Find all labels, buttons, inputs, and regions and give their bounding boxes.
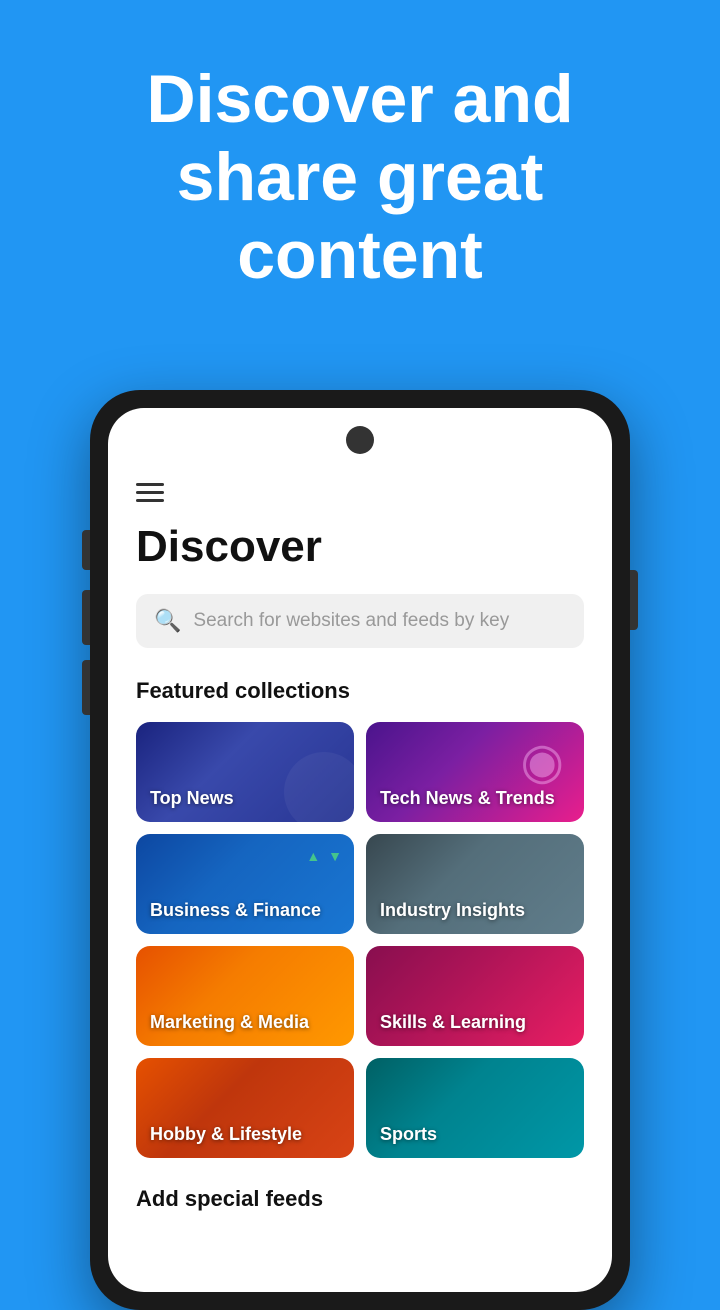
volume-down-button — [82, 660, 90, 715]
hamburger-menu[interactable] — [136, 483, 584, 502]
collection-card-sports[interactable]: Sports — [366, 1058, 584, 1158]
hamburger-line-2 — [136, 491, 164, 494]
hamburger-line-1 — [136, 483, 164, 486]
card-label-sports: Sports — [380, 1124, 437, 1146]
screen-content: Discover 🔍 Search for websites and feeds… — [108, 408, 612, 1292]
search-placeholder-text: Search for websites and feeds by key — [193, 610, 509, 632]
collection-card-top-news[interactable]: Top News — [136, 722, 354, 822]
hero-text: Discover and share great content — [0, 60, 720, 295]
search-icon: 🔍 — [154, 608, 181, 634]
card-label-tech-news: Tech News & Trends — [380, 788, 555, 810]
featured-collections-heading: Featured collections — [136, 678, 584, 704]
collection-card-business[interactable]: Business & Finance — [136, 834, 354, 934]
volume-up-button — [82, 590, 90, 645]
card-label-marketing: Marketing & Media — [150, 1012, 309, 1034]
card-label-hobby: Hobby & Lifestyle — [150, 1124, 302, 1146]
page-title: Discover — [136, 522, 584, 572]
card-label-top-news: Top News — [150, 788, 234, 810]
hamburger-line-3 — [136, 499, 164, 502]
collection-card-marketing[interactable]: Marketing & Media — [136, 946, 354, 1046]
mute-button — [82, 530, 90, 570]
power-button — [630, 570, 638, 630]
phone-screen: Discover 🔍 Search for websites and feeds… — [108, 408, 612, 1292]
search-bar[interactable]: 🔍 Search for websites and feeds by key — [136, 594, 584, 648]
card-label-skills: Skills & Learning — [380, 1012, 526, 1034]
card-label-business: Business & Finance — [150, 900, 321, 922]
phone-mockup: Discover 🔍 Search for websites and feeds… — [90, 390, 630, 1310]
add-special-feeds-heading: Add special feeds — [136, 1186, 584, 1212]
collection-card-skills[interactable]: Skills & Learning — [366, 946, 584, 1046]
card-label-industry: Industry Insights — [380, 900, 525, 922]
collection-card-tech-news[interactable]: Tech News & Trends — [366, 722, 584, 822]
collections-grid: Top News Tech News & Trends Business & F… — [136, 722, 584, 1158]
collection-card-industry[interactable]: Industry Insights — [366, 834, 584, 934]
collection-card-hobby[interactable]: Hobby & Lifestyle — [136, 1058, 354, 1158]
camera-notch — [346, 426, 374, 454]
